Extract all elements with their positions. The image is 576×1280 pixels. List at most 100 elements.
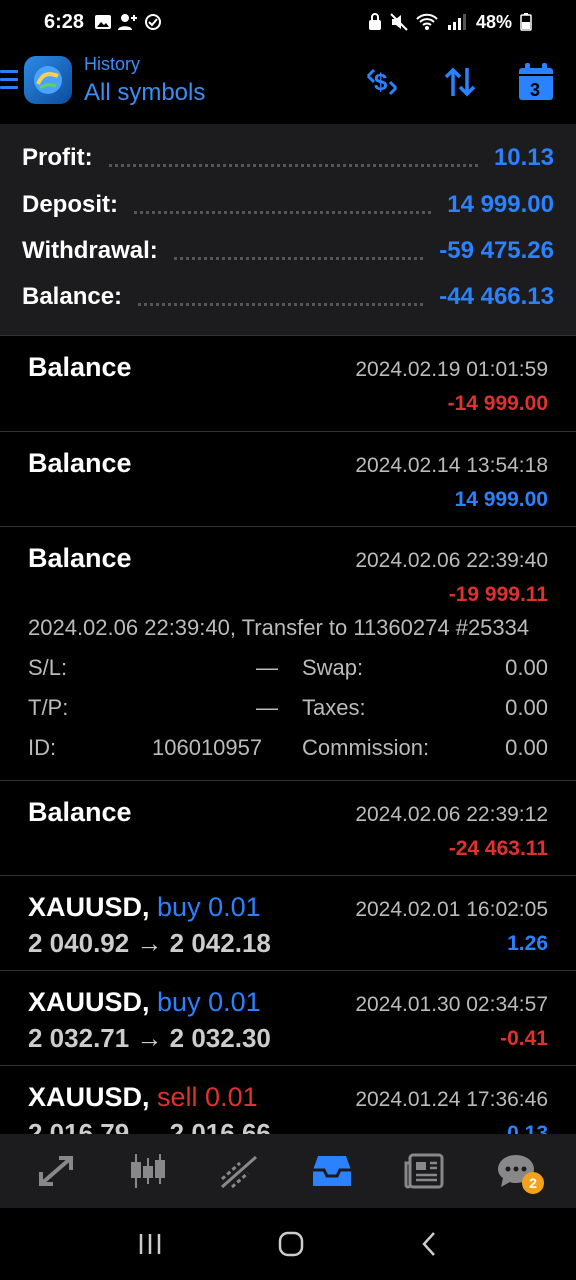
trade-row[interactable]: XAUUSD, buy 0.01 2 032.71 → 2 032.30 202… (0, 971, 576, 1066)
trending-icon (221, 1155, 257, 1189)
deposit-filter-button[interactable]: $ (362, 62, 402, 102)
status-bar: 6:28 48% (0, 0, 576, 44)
deal-details: 2024.02.06 22:39:40, Transfer to 1136027… (28, 615, 576, 775)
summary-label: Profit: (22, 144, 93, 171)
symbol-filter-title[interactable]: All symbols (84, 79, 205, 107)
deal-row[interactable]: Balance 2024.02.14 13:54:18 14 999.00 (0, 432, 576, 527)
detail-row-tp: T/P: — Taxes: 0.00 (28, 695, 576, 735)
header-title-block: History All symbols (84, 54, 205, 107)
summary-value: 14 999.00 (447, 191, 554, 218)
detail-label: ID: (28, 735, 57, 760)
deal-date: 2024.02.19 01:01:59 (355, 358, 548, 381)
calendar-badge: 3 (530, 80, 541, 100)
app-header: History All symbols $ 3 (0, 44, 576, 124)
summary-label: Withdrawal: (22, 237, 158, 264)
nav-history[interactable] (286, 1134, 378, 1208)
summary-row-profit: Profit: 10.13 (22, 138, 554, 178)
back-icon[interactable] (420, 1231, 438, 1257)
summary-value: -44 466.13 (439, 283, 554, 310)
deal-date: 2024.02.01 16:02:05 (355, 898, 548, 921)
summary-row-withdrawal: Withdrawal: -59 475.26 (22, 231, 554, 271)
signal-icon (447, 14, 466, 30)
nav-chart[interactable] (102, 1134, 194, 1208)
calendar-button[interactable]: 3 (516, 62, 556, 102)
status-notification-icons (94, 13, 162, 31)
summary-value: -59 475.26 (439, 237, 554, 264)
dollar-exchange-icon: $ (366, 68, 398, 96)
dotted-leader (108, 163, 478, 167)
deal-amount: 1.26 (507, 932, 548, 955)
detail-label: T/P: (28, 695, 69, 720)
deal-name: Balance (28, 448, 132, 478)
deal-date: 2024.01.24 17:36:46 (355, 1088, 548, 1111)
detail-value: 0.00 (505, 655, 548, 680)
trade-prices: 2 032.71 → 2 032.30 (28, 1023, 271, 1053)
summary-value: 10.13 (493, 144, 554, 171)
detail-value: 0.00 (505, 735, 548, 760)
symbol-text: XAUUSD, (28, 892, 150, 922)
home-icon[interactable] (278, 1231, 304, 1257)
detail-value: — (256, 695, 278, 720)
trade-symbol: XAUUSD, sell 0.01 (28, 1082, 258, 1113)
detail-label: Swap: (302, 655, 364, 680)
deal-amount: -14 999.00 (447, 392, 548, 415)
gallery-icon (95, 15, 112, 29)
metatrader-logo-icon (34, 66, 62, 94)
detail-label: Taxes: (302, 695, 366, 720)
deal-name: Balance (28, 352, 132, 382)
symbol-text: XAUUSD, (28, 987, 150, 1017)
check-circle-icon (145, 14, 162, 30)
trade-side: buy 0.01 (157, 987, 261, 1017)
news-icon (404, 1153, 444, 1189)
deal-row[interactable]: Balance 2024.02.19 01:01:59 -14 999.00 (0, 336, 576, 432)
trade-symbol: XAUUSD, buy 0.01 (28, 987, 261, 1018)
deal-date: 2024.02.14 13:54:18 (355, 454, 548, 477)
trade-icon (39, 1156, 73, 1186)
system-navigation-bar (0, 1208, 576, 1280)
nav-news[interactable] (378, 1134, 470, 1208)
detail-value: 0.00 (505, 695, 548, 720)
battery-percent: 48% (475, 11, 512, 32)
wifi-icon (416, 13, 438, 30)
nav-chat[interactable]: 2 (470, 1134, 562, 1208)
chat-badge: 2 (522, 1172, 544, 1194)
detail-label: S/L: (28, 655, 68, 680)
nav-trade[interactable] (10, 1134, 102, 1208)
deal-row[interactable]: Balance 2024.02.06 22:39:12 -24 463.11 (0, 781, 576, 876)
lock-icon (368, 13, 381, 30)
deal-date: 2024.01.30 02:34:57 (355, 993, 548, 1016)
dotted-leader (173, 256, 424, 260)
trade-side: buy 0.01 (157, 892, 261, 922)
bottom-navigation: 2 (0, 1134, 576, 1208)
deal-comment: 2024.02.06 22:39:40, Transfer to 1136027… (28, 615, 530, 640)
person-add-icon (118, 14, 138, 30)
summary-row-balance: Balance: -44 466.13 (22, 277, 554, 317)
dotted-leader (134, 210, 432, 214)
trade-prices: 2 040.92 → 2 042.18 (28, 928, 271, 958)
trade-symbol: XAUUSD, buy 0.01 (28, 892, 261, 923)
detail-row-sl: S/L: — Swap: 0.00 (28, 655, 576, 695)
summary-label: Balance: (22, 283, 123, 310)
sort-icon (444, 67, 476, 97)
recent-apps-icon[interactable] (138, 1232, 162, 1256)
deal-amount: 14 999.00 (454, 488, 548, 511)
nav-trending[interactable] (194, 1134, 286, 1208)
summary-label: Deposit: (22, 191, 118, 218)
sort-button[interactable] (440, 62, 480, 102)
mute-icon (390, 13, 408, 31)
deal-name: Balance (28, 797, 132, 827)
history-summary: Profit: 10.13 Deposit: 14 999.00 Withdra… (0, 124, 576, 336)
summary-row-deposit: Deposit: 14 999.00 (22, 185, 554, 225)
trade-side: sell 0.01 (157, 1082, 258, 1112)
trade-row[interactable]: XAUUSD, buy 0.01 2 040.92 → 2 042.18 202… (0, 876, 576, 971)
deal-amount: -24 463.11 (448, 837, 548, 860)
deal-row-expanded[interactable]: Balance 2024.02.06 22:39:40 -19 999.11 2… (0, 527, 576, 781)
menu-icon[interactable] (0, 70, 18, 92)
chart-icon (131, 1154, 165, 1188)
detail-value: 106010957 (152, 735, 263, 760)
status-time: 6:28 (44, 10, 85, 33)
history-icon (313, 1156, 351, 1186)
app-logo (24, 56, 72, 104)
deal-date: 2024.02.06 22:39:12 (355, 803, 548, 826)
status-right: 48% (368, 12, 532, 33)
